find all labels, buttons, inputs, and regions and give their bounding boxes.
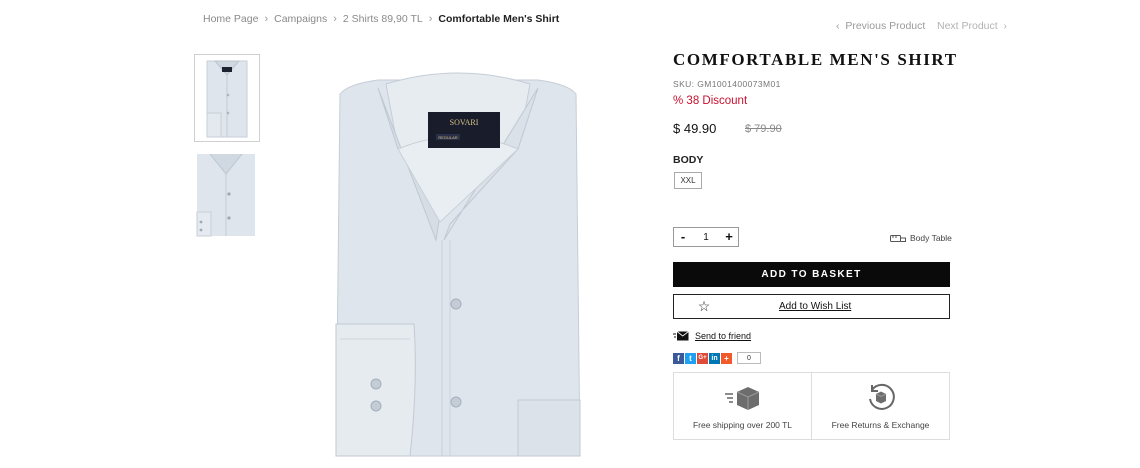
brand-label-text: SOVARI [450, 118, 479, 127]
previous-product-link[interactable]: ‹ Previous Product [836, 20, 925, 32]
quantity-increase-button[interactable]: + [720, 228, 738, 246]
chevron-right-icon: › [333, 13, 337, 25]
add-to-wishlist-button[interactable]: ☆ Add to Wish List [673, 294, 950, 319]
breadcrumb-current: Comfortable Men's Shirt [438, 13, 560, 25]
linkedin-icon[interactable]: in [709, 352, 720, 364]
breadcrumb-campaigns[interactable]: Campaigns [274, 13, 327, 25]
shirt-thumbnail-image [206, 60, 248, 138]
twitter-icon[interactable]: t [685, 352, 696, 364]
breadcrumb-campaign-shirts[interactable]: 2 Shirts 89,90 TL [343, 13, 423, 25]
add-to-basket-button[interactable]: ADD TO BASKET [673, 262, 950, 287]
product-title: COMFORTABLE MEN'S SHIRT [673, 50, 958, 69]
shipping-box-icon [724, 387, 759, 410]
previous-product-label: Previous Product [845, 20, 926, 32]
envelope-icon [673, 331, 689, 341]
share-buttons: f t G+ in + 0 [673, 352, 761, 364]
feature-free-shipping-label: Free shipping over 200 TL [692, 420, 793, 430]
googleplus-icon[interactable]: G+ [697, 352, 708, 364]
next-product-label: Next Product [937, 20, 998, 32]
chevron-right-icon: › [264, 13, 269, 25]
body-table-label: Body Table [910, 233, 952, 243]
tape-measure-icon [890, 234, 906, 242]
size-label: BODY [673, 154, 704, 166]
discount-badge: % 38 Discount [673, 95, 748, 107]
body-table-link[interactable]: Body Table [890, 233, 952, 243]
breadcrumb-home[interactable]: Home Page [203, 13, 258, 25]
old-price: $ 79.90 [745, 123, 782, 135]
thumbnail-front[interactable] [194, 54, 260, 142]
returns-box-icon [868, 383, 895, 410]
shirt-image: SOVARI REGULAR [335, 72, 581, 457]
breadcrumb: Home Page › Campaigns › 2 Shirts 89,90 T… [203, 13, 559, 25]
shirt-detail-image [196, 153, 255, 237]
addthis-icon[interactable]: + [721, 352, 732, 364]
quantity-decrease-button[interactable]: - [674, 228, 692, 246]
add-to-wishlist-label: Add to Wish List [779, 301, 852, 312]
feature-free-returns-label: Free Returns & Exchange [831, 420, 930, 430]
product-sku: SKU: GM1001400073M01 [673, 79, 781, 89]
thumbnail-detail[interactable] [194, 152, 260, 240]
size-option-xxl[interactable]: XXL [674, 172, 702, 189]
send-to-friend[interactable]: Send to friend [673, 331, 751, 341]
next-product-link[interactable]: Next Product › [937, 20, 1007, 32]
star-icon: ☆ [697, 298, 711, 314]
fit-label-text: REGULAR [438, 135, 457, 140]
quantity-input[interactable]: 1 [692, 232, 720, 243]
facebook-icon[interactable]: f [673, 352, 684, 364]
feature-free-shipping: Free shipping over 200 TL [674, 373, 811, 439]
current-price: $ 49.90 [673, 121, 717, 136]
features-box: Free shipping over 200 TL Free Returns &… [673, 372, 950, 440]
chevron-right-icon: › [428, 13, 433, 25]
feature-free-returns: Free Returns & Exchange [811, 373, 949, 439]
send-to-friend-link[interactable]: Send to friend [695, 331, 751, 341]
share-count: 0 [737, 352, 761, 364]
chevron-left-icon: ‹ [836, 20, 840, 32]
quantity-stepper: - 1 + [673, 227, 739, 247]
main-product-image[interactable]: SOVARI REGULAR [318, 54, 598, 464]
chevron-right-icon: › [1003, 20, 1008, 32]
